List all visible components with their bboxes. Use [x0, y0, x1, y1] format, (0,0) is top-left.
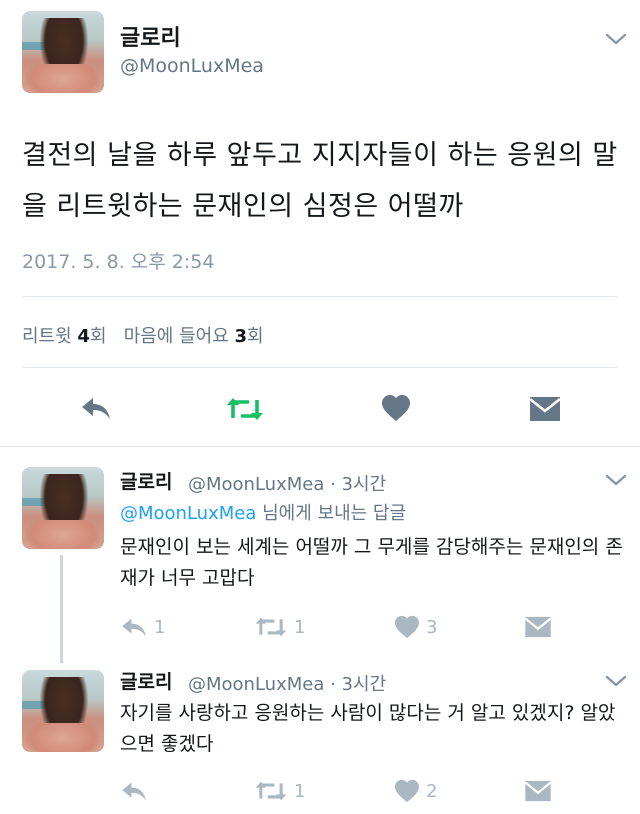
- reply-avatar[interactable]: [22, 467, 104, 549]
- reply-avatar[interactable]: [22, 670, 104, 752]
- like-count: 3: [426, 616, 438, 638]
- reply-time[interactable]: · 3시간: [330, 674, 386, 695]
- like-stat-count[interactable]: 3: [235, 326, 248, 347]
- like-icon: [395, 615, 419, 639]
- main-tweet-text: 결전의 날을 하루 앞두고 지지자들이 하는 응원의 말을 리트윗하는 문재인의…: [22, 140, 618, 222]
- direct-message-button[interactable]: [529, 396, 561, 422]
- retweet-button[interactable]: 1: [254, 616, 305, 638]
- chevron-down-icon[interactable]: [604, 674, 628, 688]
- tweet-stats: 리트윗 4회 마음에 들어요 3회: [22, 322, 264, 348]
- like-button[interactable]: 3: [394, 615, 437, 639]
- reply-handle[interactable]: @MoonLuxMea · 3시간: [188, 670, 386, 696]
- main-avatar[interactable]: [22, 11, 104, 93]
- replying-to: @MoonLuxMea 님에게 보내는 답글: [120, 503, 407, 524]
- direct-message-icon: [524, 616, 552, 638]
- reply-icon: [122, 782, 146, 801]
- direct-message-icon: [524, 780, 552, 802]
- direct-message-button[interactable]: [524, 616, 552, 638]
- like-icon: [382, 395, 410, 421]
- retweet-count: 1: [294, 780, 306, 802]
- reply-display-name[interactable]: 글로리: [120, 667, 172, 694]
- reply-icon: [122, 618, 146, 637]
- like-button[interactable]: 2: [394, 779, 437, 803]
- like-stat-unit: 회: [247, 326, 264, 347]
- reply-text: 자기를 사랑하고 응원하는 사람이 많다는 거 알고 있겠지? 알았으면 좋겠다: [120, 702, 616, 755]
- retweet-button[interactable]: [225, 396, 265, 422]
- reply-text: 문재인이 보는 세계는 어떨까 그 무게를 감당해주는 문재인의 존재가 너무 …: [120, 536, 623, 589]
- retweet-count: 1: [294, 616, 306, 638]
- direct-message-icon: [529, 397, 561, 421]
- reply-button[interactable]: 1: [120, 616, 165, 638]
- divider: [22, 296, 618, 297]
- reply-handle[interactable]: @MoonLuxMea · 3시간: [188, 470, 386, 496]
- main-handle[interactable]: @MoonLuxMea: [120, 55, 264, 77]
- like-count: 2: [426, 780, 438, 802]
- reply-to-mention[interactable]: @MoonLuxMea: [120, 503, 256, 524]
- thread-line: [60, 555, 63, 663]
- reply-icon: [82, 398, 110, 419]
- main-display-name[interactable]: 글로리: [120, 20, 181, 52]
- direct-message-button[interactable]: [524, 780, 552, 802]
- reply-count: 1: [154, 616, 166, 638]
- like-button[interactable]: [381, 394, 411, 422]
- retweet-icon: [255, 781, 287, 801]
- chevron-down-icon[interactable]: [604, 473, 628, 487]
- retweet-stat-count[interactable]: 4: [77, 326, 90, 347]
- retweet-stat-unit: 회: [89, 326, 107, 347]
- retweet-stat-label[interactable]: 리트윗: [22, 326, 72, 347]
- reply-time[interactable]: · 3시간: [330, 474, 386, 495]
- retweet-button[interactable]: 1: [254, 780, 305, 802]
- divider: [22, 367, 618, 368]
- main-timestamp[interactable]: 2017. 5. 8. 오후 2:54: [22, 247, 214, 274]
- reply-button[interactable]: [120, 780, 154, 802]
- retweet-icon: [255, 617, 287, 637]
- retweet-icon: [227, 398, 263, 420]
- chevron-down-icon[interactable]: [604, 32, 628, 46]
- section-divider: [0, 446, 640, 447]
- like-stat-label[interactable]: 마음에 들어요: [124, 326, 229, 347]
- like-icon: [395, 779, 419, 803]
- reply-button[interactable]: [80, 395, 112, 421]
- reply-display-name[interactable]: 글로리: [120, 467, 172, 494]
